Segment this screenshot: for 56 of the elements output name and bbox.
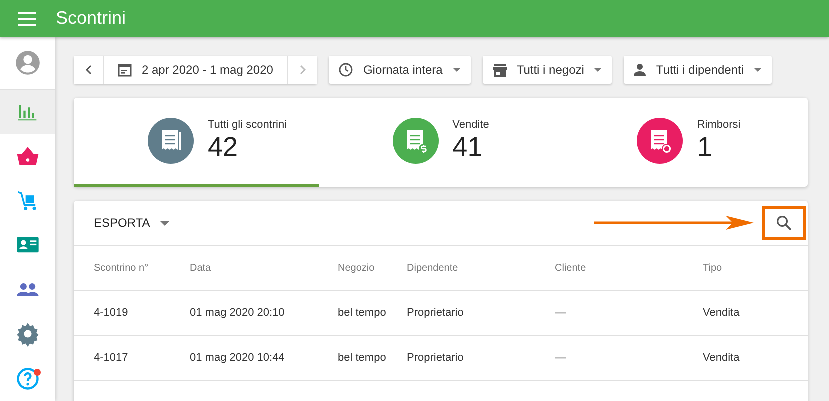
column-header: Negozio (338, 262, 376, 274)
clock-icon (339, 63, 354, 77)
table-cell-text: bel tempo (338, 307, 388, 319)
table-cell-text: Proprietario (407, 352, 465, 364)
time-dropdown[interactable]: Giornata intera (329, 56, 471, 84)
previous-button[interactable] (74, 56, 103, 84)
table-cell-text: Proprietario (407, 307, 465, 319)
table-cell-text: — (555, 307, 567, 319)
summary-tab[interactable]: Vendite 41 (318, 98, 564, 187)
summary-count: 1 (697, 131, 714, 163)
caret-icon (594, 68, 602, 72)
chevron-left-icon (84, 65, 92, 75)
table-cell-text: 01 mag 2020 10:44 (190, 352, 286, 364)
column-header: Scontrino n° (94, 262, 150, 274)
settings-icon (14, 321, 40, 348)
table-cell-text: bel tempo (338, 352, 388, 364)
table-cell-text: 4-1019 (94, 307, 130, 319)
sidebar-item[interactable] (0, 90, 55, 134)
summary-count: 42 (208, 131, 240, 163)
store-icon (492, 64, 507, 76)
person-icon (634, 64, 646, 76)
caret-icon (452, 68, 461, 72)
table-cell-text: Vendita (703, 307, 741, 319)
table-cell-text: — (555, 352, 567, 364)
employees-dropdown[interactable]: Tutti i dipendenti (624, 56, 772, 84)
menu-icon[interactable] (18, 12, 36, 26)
date-range-button[interactable]: 2 apr 2020 - 1 mag 2020 (103, 56, 288, 84)
search-button[interactable] (762, 206, 806, 240)
caret-icon (160, 220, 170, 226)
summary-tab[interactable]: Tutti gli scontrini 42 (74, 98, 319, 187)
table-cell-text: 4-1017 (94, 352, 130, 364)
table-cell-text: 01 mag 2020 20:10 (190, 307, 286, 319)
notification-dot (34, 368, 41, 376)
column-header: Cliente (555, 262, 588, 274)
search-icon (776, 215, 792, 231)
column-header: Data (190, 262, 212, 274)
chevron-right-icon (298, 65, 307, 75)
summary-count: 41 (452, 131, 484, 163)
table-cell-text: Vendita (703, 352, 741, 364)
app-title: Scontrini (56, 8, 126, 29)
summary-label: Tutti gli scontrini (208, 119, 288, 131)
receipt-icon (148, 118, 194, 164)
calendar-icon (118, 63, 132, 77)
summary-tab[interactable]: Rimborsi 1 (563, 98, 808, 187)
column-header: Tipo (703, 262, 724, 274)
receipt-dollar-icon (392, 118, 439, 164)
receipt-refund-icon (637, 118, 684, 164)
table-row[interactable]: 4-1017 01 mag 2020 10:44 bel tempo Proprietario — Vendita (74, 336, 808, 381)
summary-label: Rimborsi (697, 119, 741, 131)
help-icon (14, 366, 40, 392)
avatar-icon (14, 50, 40, 76)
summary-label: Vendite (452, 119, 490, 131)
table-row[interactable]: 4-1019 01 mag 2020 20:10 bel tempo Proprietario — Vendita (74, 291, 808, 336)
caret-icon (754, 68, 762, 72)
column-header: Dipendente (407, 262, 460, 274)
stores-dropdown[interactable]: Tutti i negozi (482, 56, 612, 84)
